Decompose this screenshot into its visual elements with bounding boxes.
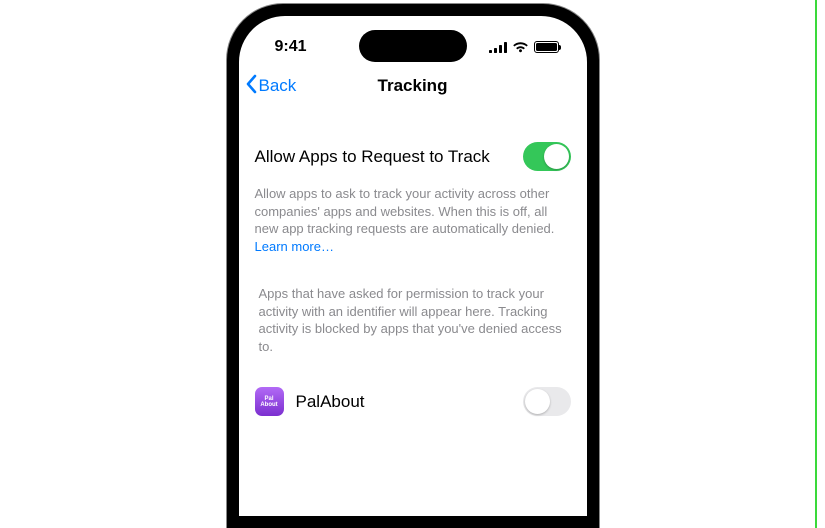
app-name-label: PalAbout	[296, 392, 365, 412]
back-button[interactable]: Back	[245, 74, 297, 99]
allow-tracking-label: Allow Apps to Request to Track	[255, 147, 490, 167]
battery-icon	[534, 41, 559, 53]
allow-tracking-description: Allow apps to ask to track your activity…	[255, 186, 555, 236]
page-title: Tracking	[378, 76, 448, 96]
screen: 9:41 Back Tracking Allow	[239, 16, 587, 516]
cellular-icon	[489, 42, 507, 53]
app-icon: Pal About	[255, 387, 284, 416]
allow-tracking-row: Allow Apps to Request to Track	[255, 136, 571, 181]
phone-frame: 9:41 Back Tracking Allow	[227, 4, 599, 528]
app-row: Pal About PalAbout	[255, 381, 571, 422]
settings-content: Allow Apps to Request to Track Allow app…	[239, 108, 587, 422]
allow-tracking-toggle[interactable]	[523, 142, 571, 171]
app-tracking-toggle[interactable]	[523, 387, 571, 416]
status-time: 9:41	[275, 38, 307, 56]
allow-tracking-footer: Allow apps to ask to track your activity…	[255, 185, 571, 255]
back-label: Back	[259, 76, 297, 96]
apps-section-note: Apps that have asked for permission to t…	[255, 285, 571, 355]
wifi-icon	[512, 41, 529, 53]
learn-more-link[interactable]: Learn more…	[255, 239, 334, 254]
nav-bar: Back Tracking	[239, 64, 587, 108]
dynamic-island	[359, 30, 467, 62]
chevron-left-icon	[245, 74, 257, 99]
